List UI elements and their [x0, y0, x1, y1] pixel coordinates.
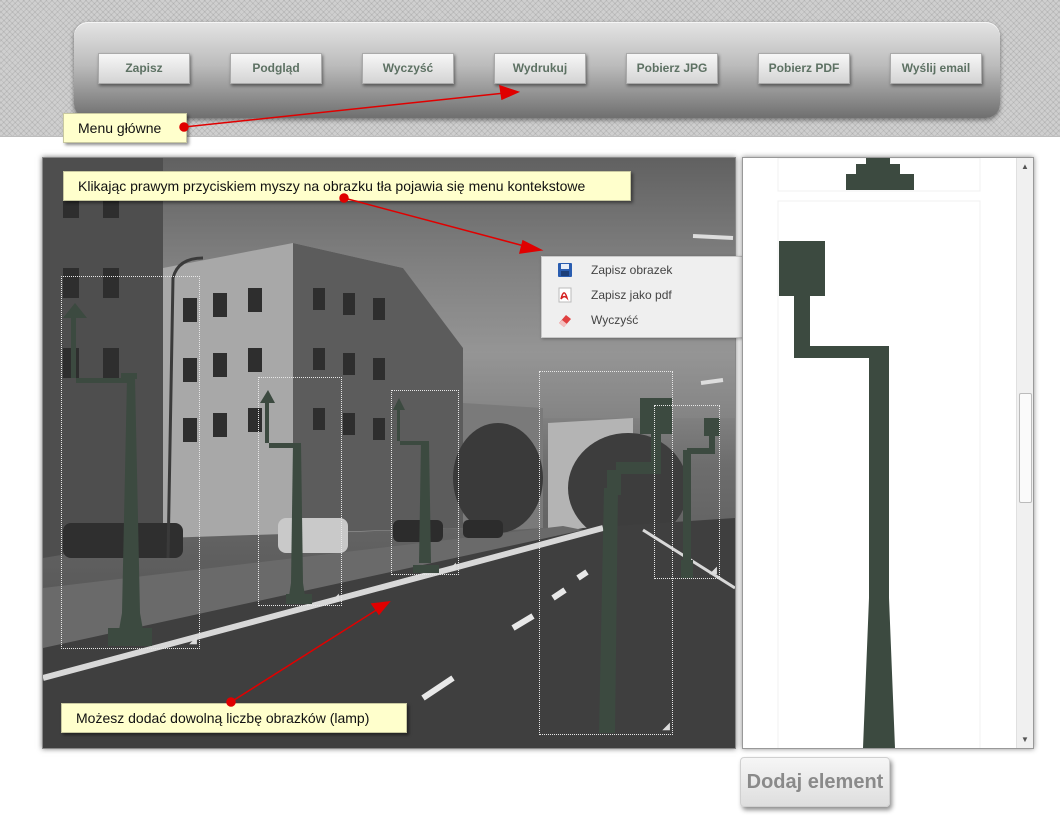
- background-image-canvas[interactable]: ◢ ◢ ◢ ◢ ◢: [42, 157, 736, 749]
- resize-handle-icon[interactable]: ◢: [331, 593, 339, 603]
- send-email-button[interactable]: Wyślij email: [890, 53, 982, 84]
- context-menu-callout: Klikając prawym przyciskiem myszy na obr…: [63, 171, 631, 201]
- preview-button[interactable]: Podgląd: [230, 53, 322, 84]
- scroll-up-icon[interactable]: ▲: [1021, 162, 1029, 171]
- scroll-down-icon[interactable]: ▼: [1021, 735, 1029, 744]
- context-item-save-image[interactable]: Zapisz obrazek: [542, 258, 744, 282]
- save-button[interactable]: Zapisz: [98, 53, 190, 84]
- add-lamps-callout: Możesz dodać dowolną liczbę obrazków (la…: [61, 703, 407, 733]
- context-item-clear[interactable]: Wyczyść: [542, 308, 744, 332]
- lamp-selection-box-1[interactable]: ◢: [61, 276, 200, 649]
- lamp-selection-box-5[interactable]: ◢: [654, 405, 720, 579]
- eraser-icon: [559, 315, 571, 327]
- lamp-selection-box-3[interactable]: ◢: [391, 390, 459, 575]
- print-button[interactable]: Wydrukuj: [494, 53, 586, 84]
- download-jpg-button[interactable]: Pobierz JPG: [626, 53, 718, 84]
- scroll-thumb[interactable]: [1019, 393, 1032, 503]
- lamp-selection-box-2[interactable]: ◢: [258, 377, 342, 606]
- lamp-selection-box-4[interactable]: ◢: [539, 371, 673, 735]
- main-menu-callout: Menu główne: [63, 113, 187, 143]
- add-element-button[interactable]: Dodaj element: [740, 757, 890, 807]
- resize-handle-icon[interactable]: ◢: [662, 722, 670, 732]
- context-item-save-pdf[interactable]: Zapisz jako pdf: [542, 283, 744, 307]
- element-thumbnails: [777, 158, 981, 748]
- clear-button[interactable]: Wyczyść: [362, 53, 454, 84]
- resize-handle-icon[interactable]: ◢: [448, 562, 456, 572]
- vertical-scrollbar[interactable]: ▲ ▼: [1016, 158, 1033, 748]
- floppy-disk-icon: [558, 263, 572, 277]
- context-menu: Zapisz obrazek Zapisz jako pdf Wyczyść: [541, 256, 745, 338]
- resize-handle-icon[interactable]: ◢: [189, 636, 197, 646]
- element-gallery-panel[interactable]: ▲ ▼: [742, 157, 1034, 749]
- resize-handle-icon[interactable]: ◢: [709, 566, 717, 576]
- pdf-icon: [558, 287, 572, 303]
- download-pdf-button[interactable]: Pobierz PDF: [758, 53, 850, 84]
